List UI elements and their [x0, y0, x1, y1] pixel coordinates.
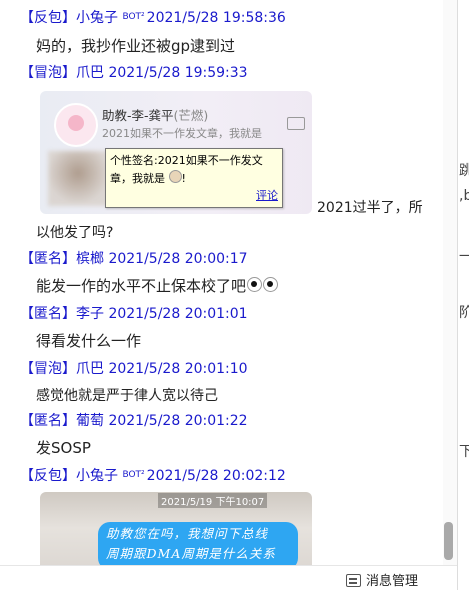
video-icon	[287, 117, 305, 130]
bubble-line: 周期跟DMA周期是什么关系	[106, 546, 276, 561]
message-text: 感觉他就是严于律人宽以待己	[36, 388, 218, 404]
vertical-scrollbar[interactable]	[443, 0, 457, 565]
comment-link[interactable]: 评论	[256, 187, 278, 203]
emoji-icon	[168, 170, 182, 183]
message-text-row: 能发一作的水平不止保本校了吧	[36, 276, 279, 296]
bot-badge: BOT²	[122, 470, 145, 480]
edge-text: 跳	[459, 160, 469, 180]
tooltip-text: 个性签名:2021如果不一作发文章，我就是	[110, 154, 263, 185]
message-sender[interactable]: 李子	[76, 306, 104, 322]
edge-text: 阶	[459, 302, 469, 322]
message-text: 妈的，我抄作业还被gp逮到过	[36, 37, 236, 55]
message-sender[interactable]: 爪巴	[76, 361, 104, 377]
signature-tooltip: 个性签名:2021如果不一作发文章，我就是 ! 评论	[105, 148, 283, 208]
message-manager-icon	[346, 574, 361, 587]
bot-badge: BOT²	[122, 12, 145, 22]
message-role: 【冒泡】	[20, 361, 76, 377]
message-time: 2021/5/28 20:01:01	[108, 306, 248, 322]
message-sender[interactable]: 爪巴	[76, 65, 104, 81]
message-header: 【冒泡】爪巴 2021/5/28 19:59:33	[20, 64, 248, 82]
message-time: 2021/5/28 20:00:17	[108, 251, 248, 267]
message-sender[interactable]: 槟榔	[76, 251, 104, 267]
adjacent-window-edge: 跳 ,bu 一务 阶 下同	[457, 0, 469, 590]
message-header: 【反包】小兔子 BOT² 2021/5/28 20:02:12	[20, 467, 286, 485]
message-role: 【匿名】	[20, 413, 76, 429]
message-header: 【反包】小兔子 BOT² 2021/5/28 19:58:36	[20, 9, 286, 27]
message-text-continued: 以他发了吗?	[36, 225, 114, 241]
edge-text: ,bu	[459, 188, 469, 204]
screenshot-image[interactable]: 2021/5/19 下午10:07 助教您在吗，我想问下总线 周期跟DMA周期是…	[40, 492, 312, 565]
card-name: 助教-李-龚平(芒燃)	[102, 108, 209, 123]
message-sender[interactable]: 葡萄	[76, 413, 104, 429]
edge-text: 下同	[459, 441, 469, 461]
message-role: 【匿名】	[20, 251, 76, 267]
edge-text: 一务	[459, 246, 469, 266]
image-timestamp: 2021/5/19 下午10:07	[158, 493, 268, 508]
message-header: 【冒泡】爪巴 2021/5/28 20:01:10	[20, 360, 248, 378]
message-text: 能发一作的水平不止保本校了吧	[36, 277, 247, 295]
avatar	[54, 103, 98, 147]
eyes-emoji-icon	[263, 277, 279, 292]
card-signature: 2021如果不一作发文章，我就是	[102, 127, 262, 140]
scrollbar-thumb[interactable]	[444, 522, 453, 560]
message-role: 【匿名】	[20, 306, 76, 322]
message-text: 发SOSP	[36, 439, 91, 457]
message-manager-button[interactable]: 消息管理	[346, 570, 418, 589]
chat-history: 【反包】小兔子 BOT² 2021/5/28 19:58:36 妈的，我抄作业还被…	[0, 0, 443, 565]
message-header: 【匿名】葡萄 2021/5/28 20:01:22	[20, 412, 248, 430]
message-role: 【反包】	[20, 10, 76, 26]
message-header: 【匿名】槟榔 2021/5/28 20:00:17	[20, 250, 248, 268]
message-text-continued: 2021过半了，所	[317, 200, 423, 216]
bubble-line: 助教您在吗，我想问下总线	[106, 526, 269, 541]
message-time: 2021/5/28 20:01:10	[108, 361, 248, 377]
eyes-emoji-icon	[247, 277, 263, 292]
tooltip-tail: !	[181, 172, 186, 185]
message-header: 【匿名】李子 2021/5/28 20:01:01	[20, 305, 248, 323]
blurred-photo	[48, 151, 108, 206]
message-role: 【冒泡】	[20, 65, 76, 81]
message-text: 得看发什么一作	[36, 332, 142, 350]
message-role: 【反包】	[20, 468, 76, 484]
message-sender[interactable]: 小兔子	[76, 10, 118, 26]
message-sender[interactable]: 小兔子	[76, 468, 118, 484]
message-time: 2021/5/28 19:59:33	[108, 65, 248, 81]
message-time: 2021/5/28 19:58:36	[146, 10, 286, 26]
message-manager-label: 消息管理	[366, 574, 419, 589]
message-time: 2021/5/28 20:01:22	[108, 413, 248, 429]
image-chat-bubble: 助教您在吗，我想问下总线 周期跟DMA周期是什么关系	[98, 522, 298, 565]
card-tag: (芒燃)	[173, 108, 209, 123]
message-time: 2021/5/28 20:02:12	[146, 468, 286, 484]
